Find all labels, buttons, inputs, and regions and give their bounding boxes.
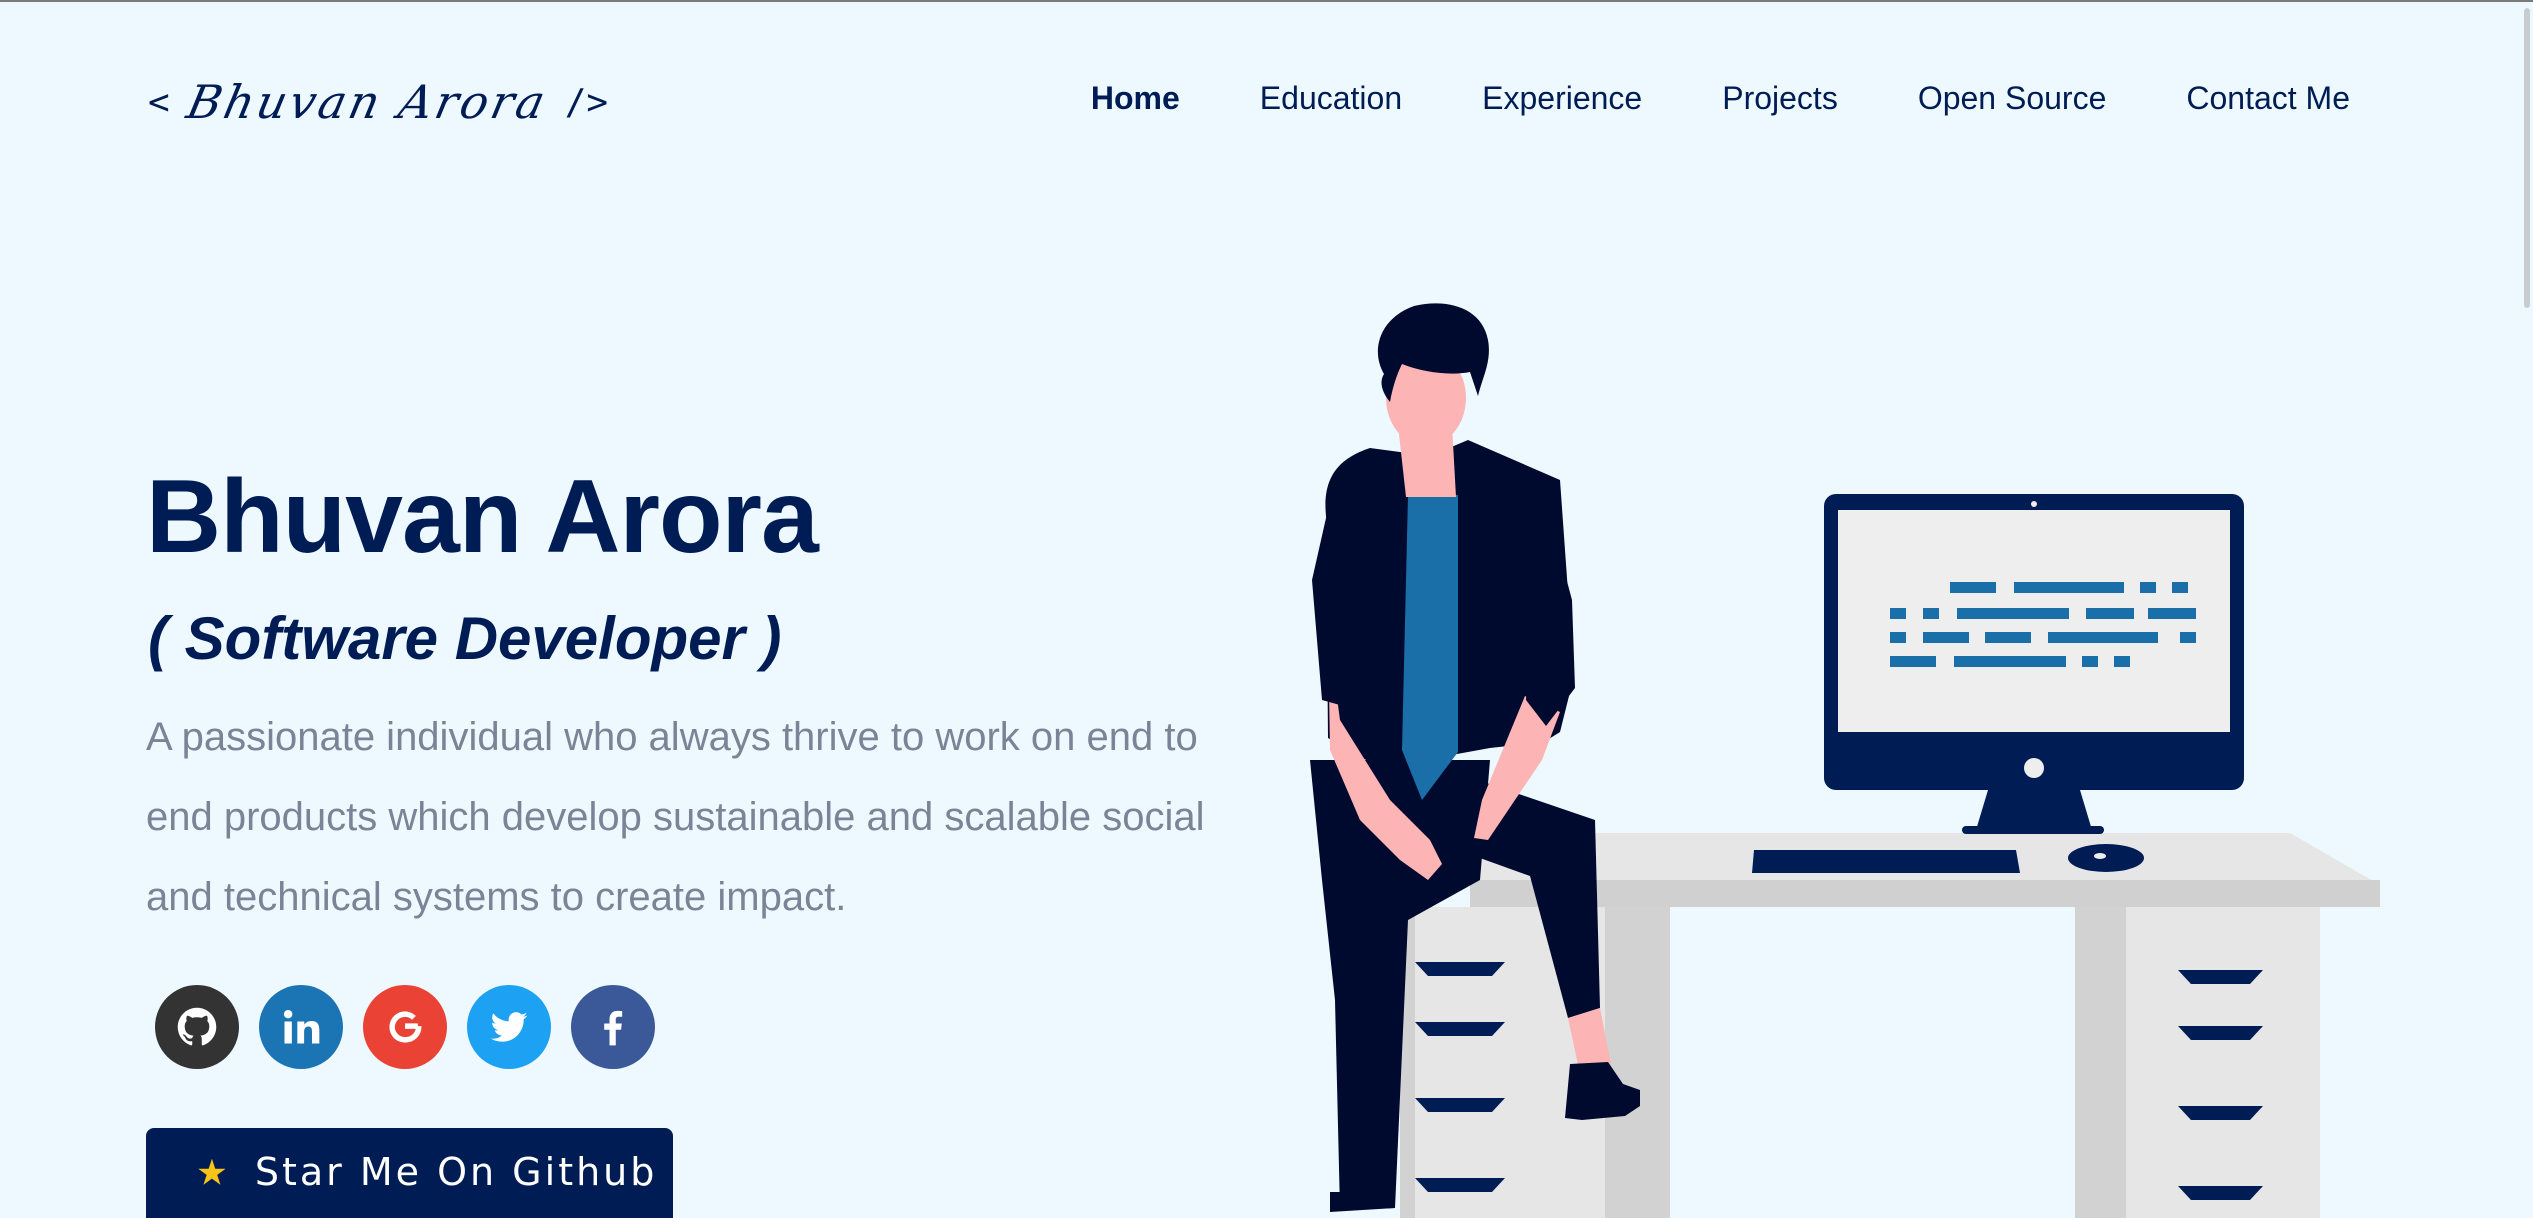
star-icon: ★ xyxy=(194,1150,233,1197)
nav-projects[interactable]: Projects xyxy=(1682,72,1878,125)
nav-home[interactable]: Home xyxy=(1051,72,1220,125)
facebook-icon xyxy=(604,1010,623,1046)
facebook-link[interactable] xyxy=(571,985,655,1069)
linkedin-icon xyxy=(283,1009,320,1044)
linkedin-link[interactable] xyxy=(259,985,343,1069)
page-scrollbar[interactable] xyxy=(2519,0,2533,1218)
star-button-label: Star Me On Github xyxy=(254,1150,658,1194)
twitter-link[interactable] xyxy=(467,985,551,1069)
github-link[interactable] xyxy=(155,985,239,1069)
developer-illustration xyxy=(1310,303,2380,1218)
nav-experience[interactable]: Experience xyxy=(1442,72,1682,125)
google-link[interactable] xyxy=(363,985,447,1069)
hero-title: Bhuvan Arora xyxy=(146,459,819,575)
google-icon xyxy=(389,1011,422,1043)
github-icon xyxy=(177,1007,217,1046)
logo-name: Bhuvan Arora xyxy=(181,75,553,129)
top-divider xyxy=(0,0,2533,2)
nav-open-source[interactable]: Open Source xyxy=(1878,72,2147,125)
main-nav: Home Education Experience Projects Open … xyxy=(1051,72,2390,125)
logo-link[interactable]: < Bhuvan Arora /> xyxy=(148,62,608,142)
social-links xyxy=(155,985,655,1069)
page: < Bhuvan Arora /> Home Education Experie… xyxy=(0,0,2533,1218)
scrollbar-thumb[interactable] xyxy=(2524,8,2530,308)
hero-subtitle: ( Software Developer ) xyxy=(148,605,782,672)
logo-close-bracket: /> xyxy=(564,81,609,123)
nav-contact-me[interactable]: Contact Me xyxy=(2146,72,2390,125)
hero-description: A passionate individual who always thriv… xyxy=(146,715,1205,919)
logo-open-bracket: < xyxy=(148,81,170,123)
twitter-icon xyxy=(490,1012,528,1042)
nav-education[interactable]: Education xyxy=(1220,72,1442,125)
star-on-github-button[interactable]: ★ Star Me On Github xyxy=(146,1128,673,1218)
